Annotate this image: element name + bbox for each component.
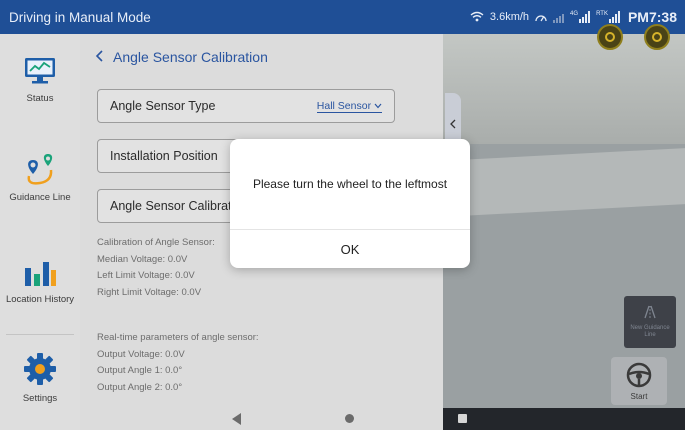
- gauge-icon: [535, 10, 547, 25]
- sidebar-divider: [6, 334, 74, 335]
- map-road: [443, 145, 685, 219]
- new-guidance-line-button[interactable]: New Guidance Line: [624, 296, 676, 348]
- status-bar: Driving in Manual Mode 3.6km/h 4G RTK PM…: [0, 0, 685, 34]
- output-angle-2: Output Angle 2: 0.0°: [97, 381, 183, 393]
- map-view[interactable]: [443, 34, 685, 408]
- map-field-area: [443, 34, 685, 144]
- new-guidance-line-label: New Guidance Line: [630, 325, 670, 338]
- page-title: Angle Sensor Calibration: [113, 49, 268, 65]
- steering-wheel-icon: [626, 362, 652, 390]
- angle-sensor-type-field[interactable]: Angle Sensor Type Hall Sensor: [97, 89, 395, 123]
- field-label: Angle Sensor Calibration: [110, 199, 249, 213]
- right-limit-voltage: Right Limit Voltage: 0.0V: [97, 286, 202, 298]
- realtime-heading: Real-time parameters of angle sensor:: [97, 332, 259, 343]
- page-header: Angle Sensor Calibration: [95, 49, 268, 65]
- left-limit-voltage: Left Limit Voltage: 0.0V: [97, 270, 195, 281]
- field-label: Installation Position: [110, 149, 218, 163]
- chevron-left-icon: [450, 118, 456, 132]
- monitor-chart-icon: [24, 56, 56, 89]
- dialog-message: Please turn the wheel to the leftmost: [252, 177, 448, 191]
- nav-strip-left: [80, 408, 443, 430]
- output-voltage: Output Voltage: 0.0V: [97, 348, 185, 360]
- speed-readout: 3.6km/h: [489, 11, 530, 23]
- sensor-type-dropdown[interactable]: Hall Sensor: [316, 99, 382, 113]
- sidebar: Status Guidance Line Location History Se…: [0, 34, 80, 430]
- sidebar-item-label: Guidance Line: [9, 192, 71, 203]
- mode-title: Driving in Manual Mode: [9, 9, 151, 25]
- nav-strip-right: [443, 408, 685, 430]
- gear-icon: [23, 352, 57, 389]
- sidebar-item-settings[interactable]: Settings: [0, 352, 80, 404]
- signal-icon-dim: [553, 11, 565, 23]
- nav-recents-icon[interactable]: [458, 414, 467, 423]
- back-chevron-icon[interactable]: [95, 49, 103, 65]
- system-nav-bar: [80, 408, 685, 430]
- field-label: Angle Sensor Type: [110, 99, 216, 113]
- signal-rtk-group: RTK: [596, 11, 620, 23]
- map-layer-icon[interactable]: [597, 24, 623, 50]
- calibration-info: Calibration of Angle Sensor: Median Volt…: [97, 235, 215, 301]
- signal-rtk-icon: [608, 11, 620, 23]
- realtime-info: Real-time parameters of angle sensor: Ou…: [97, 330, 259, 396]
- sidebar-item-label: Location History: [5, 294, 75, 305]
- signal-4g-label: 4G: [570, 11, 579, 17]
- sidebar-item-status[interactable]: Status: [0, 56, 80, 104]
- dropdown-value: Hall Sensor: [316, 99, 372, 112]
- ok-button[interactable]: OK: [230, 230, 470, 268]
- wifi-icon: [470, 10, 484, 25]
- nav-back-icon[interactable]: [232, 413, 241, 425]
- sidebar-item-label: Settings: [22, 393, 58, 404]
- guidance-lines-icon: [642, 305, 658, 322]
- sidebar-item-location-history[interactable]: Location History: [0, 256, 80, 305]
- calibration-dialog: Please turn the wheel to the leftmost OK: [230, 139, 470, 268]
- route-pins-icon: [23, 152, 57, 191]
- start-button[interactable]: Start: [611, 357, 667, 405]
- signal-4g-icon: [579, 11, 591, 23]
- status-indicators: 3.6km/h 4G RTK PM7:38: [470, 9, 677, 25]
- chevron-down-icon: [374, 100, 382, 112]
- clock: PM7:38: [627, 9, 677, 25]
- bar-chart-icon: [23, 256, 57, 291]
- map-locate-icon[interactable]: [644, 24, 670, 50]
- nav-home-icon[interactable]: [345, 414, 354, 423]
- output-angle-1: Output Angle 1: 0.0°: [97, 365, 183, 376]
- start-label: Start: [630, 392, 648, 401]
- median-voltage: Median Voltage: 0.0V: [97, 253, 188, 265]
- calibration-heading: Calibration of Angle Sensor:: [97, 237, 215, 248]
- sidebar-item-guidance-line[interactable]: Guidance Line: [0, 152, 80, 203]
- sidebar-item-label: Status: [26, 93, 54, 104]
- signal-rtk-label: RTK: [596, 11, 608, 17]
- signal-4g-group: 4G: [570, 11, 591, 23]
